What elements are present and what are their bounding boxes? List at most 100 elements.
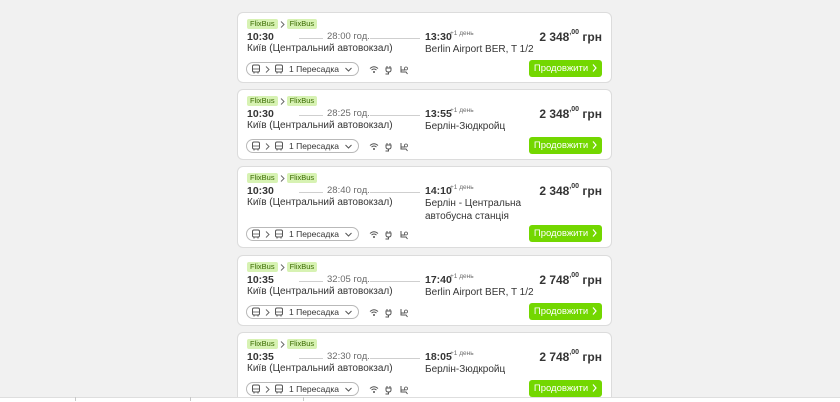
trip-card[interactable]: FlixBus FlixBus 10:30 28:00 год. 13:30 +… [237, 12, 612, 83]
price-main: 2 748 [539, 350, 570, 364]
carrier-badge: FlixBus [247, 96, 278, 106]
departure-stop: Київ (Центральний автовокзал) [247, 197, 393, 208]
departure-time: 10:35 [247, 351, 274, 363]
chevron-right-icon [265, 142, 270, 150]
continue-button[interactable]: Продовжити [529, 60, 602, 77]
price: 2 348,00 грн [539, 29, 602, 44]
bottom-bar [0, 397, 840, 402]
chevron-right-icon [278, 19, 287, 29]
route-details-toggle[interactable]: 1 Пересадка [246, 62, 359, 76]
departure-time: 10:30 [247, 185, 274, 197]
carrier-badge: FlixBus [247, 19, 278, 29]
price-main: 2 348 [539, 107, 570, 121]
power-socket-icon [383, 64, 394, 75]
arrival-stop: Берлін - Центральна автобусна станція [425, 198, 522, 222]
duration-line [299, 281, 323, 282]
carrier-badge: FlixBus [247, 262, 278, 272]
duration-line [370, 192, 420, 193]
route-details-toggle[interactable]: 1 Пересадка [246, 305, 359, 319]
bus-icon [251, 307, 261, 317]
departure-stop: Київ (Центральний автовокзал) [247, 43, 393, 54]
transfer-count: 1 Пересадка [289, 384, 339, 394]
continue-button[interactable]: Продовжити [529, 380, 602, 397]
seat-icon [398, 141, 409, 152]
continue-button-label: Продовжити [533, 140, 589, 151]
bus-icon [274, 384, 284, 394]
departure-stop: Київ (Центральний автовокзал) [247, 286, 393, 297]
carrier-badge: FlixBus [286, 339, 318, 349]
duration-line [370, 358, 420, 359]
trip-duration: 32:30 год. [327, 351, 370, 362]
route-details-toggle[interactable]: 1 Пересадка [246, 139, 359, 153]
chevron-right-icon [265, 65, 270, 73]
arrival-time: 13:55 [425, 108, 452, 120]
continue-button[interactable]: Продовжити [529, 137, 602, 154]
wifi-icon [368, 141, 379, 152]
arrival-time: 18:05 [425, 351, 452, 363]
chevron-right-icon [265, 308, 270, 316]
amenities [368, 64, 409, 75]
bus-icon [251, 384, 261, 394]
duration-line [299, 192, 323, 193]
next-day-label: +1 день [450, 30, 474, 37]
departure-time: 10:30 [247, 108, 274, 120]
trip-card[interactable]: FlixBus FlixBus 10:30 28:40 год. 14:10 +… [237, 166, 612, 248]
continue-button[interactable]: Продовжити [529, 225, 602, 242]
bus-icon [251, 64, 261, 74]
price-cents: ,00 [569, 106, 580, 113]
carrier-badge: FlixBus [247, 173, 278, 183]
arrival-stop: Берлін-Зюдкройц [425, 364, 506, 375]
carrier-badge: FlixBus [286, 262, 318, 272]
bus-icon [251, 229, 261, 239]
currency: грн [582, 107, 602, 121]
duration-line [299, 115, 323, 116]
bottom-bar-divider [190, 397, 191, 401]
price-main: 2 348 [539, 184, 570, 198]
trip-card[interactable]: FlixBus FlixBus 10:30 28:25 год. 13:55 +… [237, 89, 612, 160]
trip-card[interactable]: FlixBus FlixBus 10:35 32:05 год. 17:40 +… [237, 255, 612, 326]
chevron-down-icon [345, 232, 352, 237]
carrier-badge: FlixBus [286, 96, 318, 106]
route-details-toggle[interactable]: 1 Пересадка [246, 227, 359, 241]
continue-button-label: Продовжити [533, 228, 589, 239]
chevron-down-icon [345, 144, 352, 149]
carrier-badges: FlixBus FlixBus [247, 95, 318, 107]
next-day-label: +1 день [450, 184, 474, 191]
seat-icon [398, 384, 409, 395]
arrival-time: 17:40 [425, 274, 452, 286]
continue-button[interactable]: Продовжити [529, 303, 602, 320]
power-socket-icon [383, 229, 394, 240]
price-main: 2 348 [539, 30, 570, 44]
chevron-right-icon [592, 383, 597, 394]
chevron-right-icon [592, 228, 597, 239]
currency: грн [582, 184, 602, 198]
carrier-badge: FlixBus [286, 19, 318, 29]
arrival-time: 14:10 [425, 185, 452, 197]
arrival-time: 13:30 [425, 31, 452, 43]
bus-icon [274, 64, 284, 74]
bus-icon [274, 141, 284, 151]
carrier-badge: FlixBus [286, 173, 318, 183]
chevron-right-icon [278, 173, 287, 183]
transfer-count: 1 Пересадка [289, 307, 339, 317]
duration-line [299, 358, 323, 359]
continue-button-label: Продовжити [533, 63, 589, 74]
power-socket-icon [383, 141, 394, 152]
price-cents: ,00 [569, 349, 580, 356]
seat-icon [398, 64, 409, 75]
route-details-toggle[interactable]: 1 Пересадка [246, 382, 359, 396]
price-cents: ,00 [569, 29, 580, 36]
transfer-count: 1 Пересадка [289, 141, 339, 151]
chevron-right-icon [265, 385, 270, 393]
price: 2 348,00 грн [539, 106, 602, 121]
seat-icon [398, 229, 409, 240]
duration-line [370, 281, 420, 282]
trip-card[interactable]: FlixBus FlixBus 10:35 32:30 год. 18:05 +… [237, 332, 612, 401]
currency: грн [582, 30, 602, 44]
continue-button-label: Продовжити [533, 306, 589, 317]
wifi-icon [368, 384, 379, 395]
chevron-down-icon [345, 387, 352, 392]
bottom-bar-divider [303, 397, 304, 401]
chevron-right-icon [278, 96, 287, 106]
trip-duration: 28:00 год. [327, 31, 370, 42]
